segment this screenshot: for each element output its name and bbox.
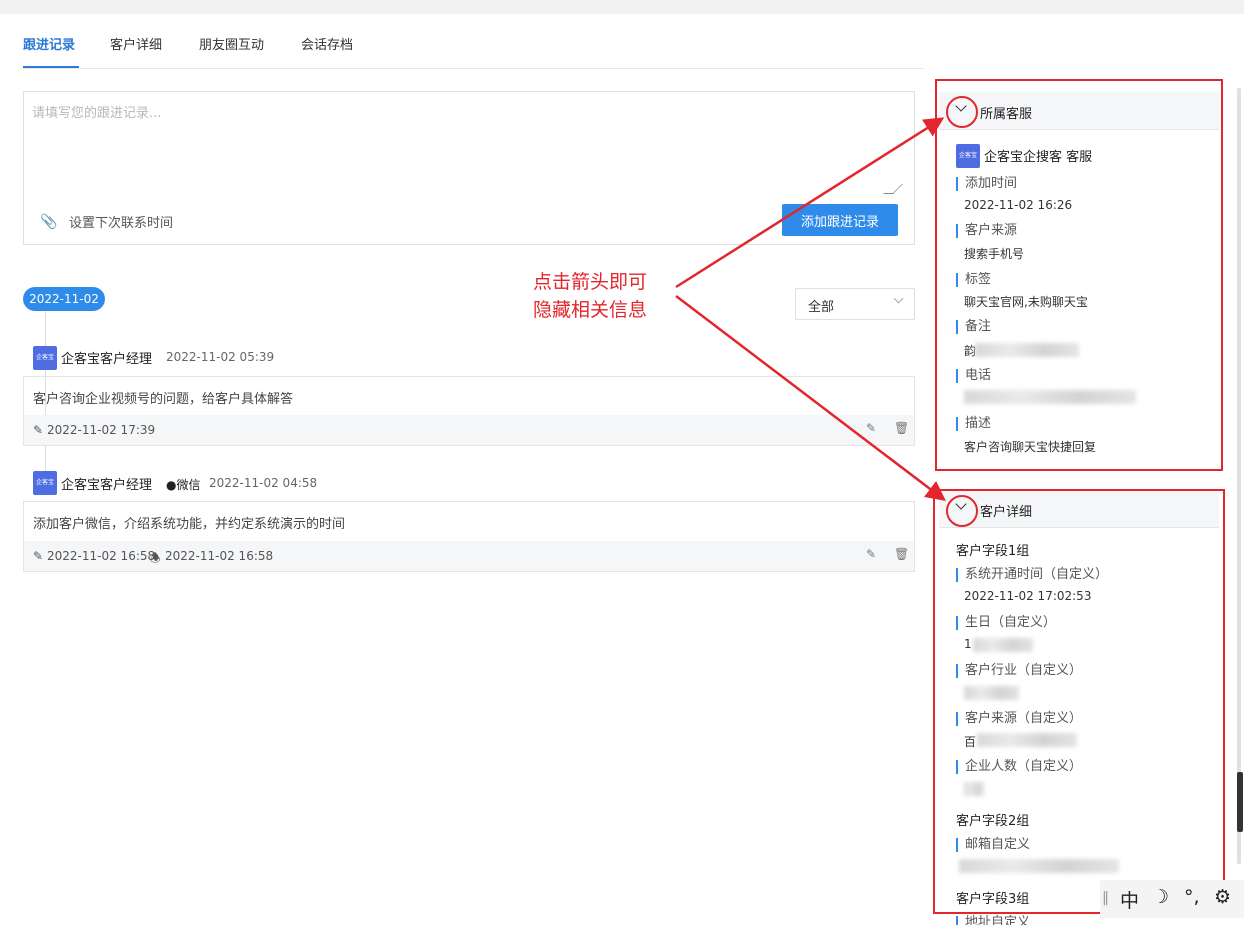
ime-language-toggle[interactable]: 中: [1120, 886, 1139, 913]
ime-punctuation-toggle[interactable]: °,: [1184, 886, 1200, 908]
arrow-to-service-chevron: [675, 117, 945, 289]
ime-toolbar: ‖ 中 ☽ °, ⚙: [1100, 880, 1244, 918]
scrollbar-track[interactable]: [1237, 88, 1241, 864]
annotation-arrows: [675, 117, 946, 502]
gear-icon[interactable]: ⚙: [1214, 886, 1231, 908]
moon-icon[interactable]: ☽: [1152, 886, 1169, 908]
scrollbar-thumb[interactable]: [1237, 772, 1243, 832]
ime-separator: ‖: [1102, 890, 1109, 906]
arrow-to-detail-chevron: [675, 295, 946, 502]
